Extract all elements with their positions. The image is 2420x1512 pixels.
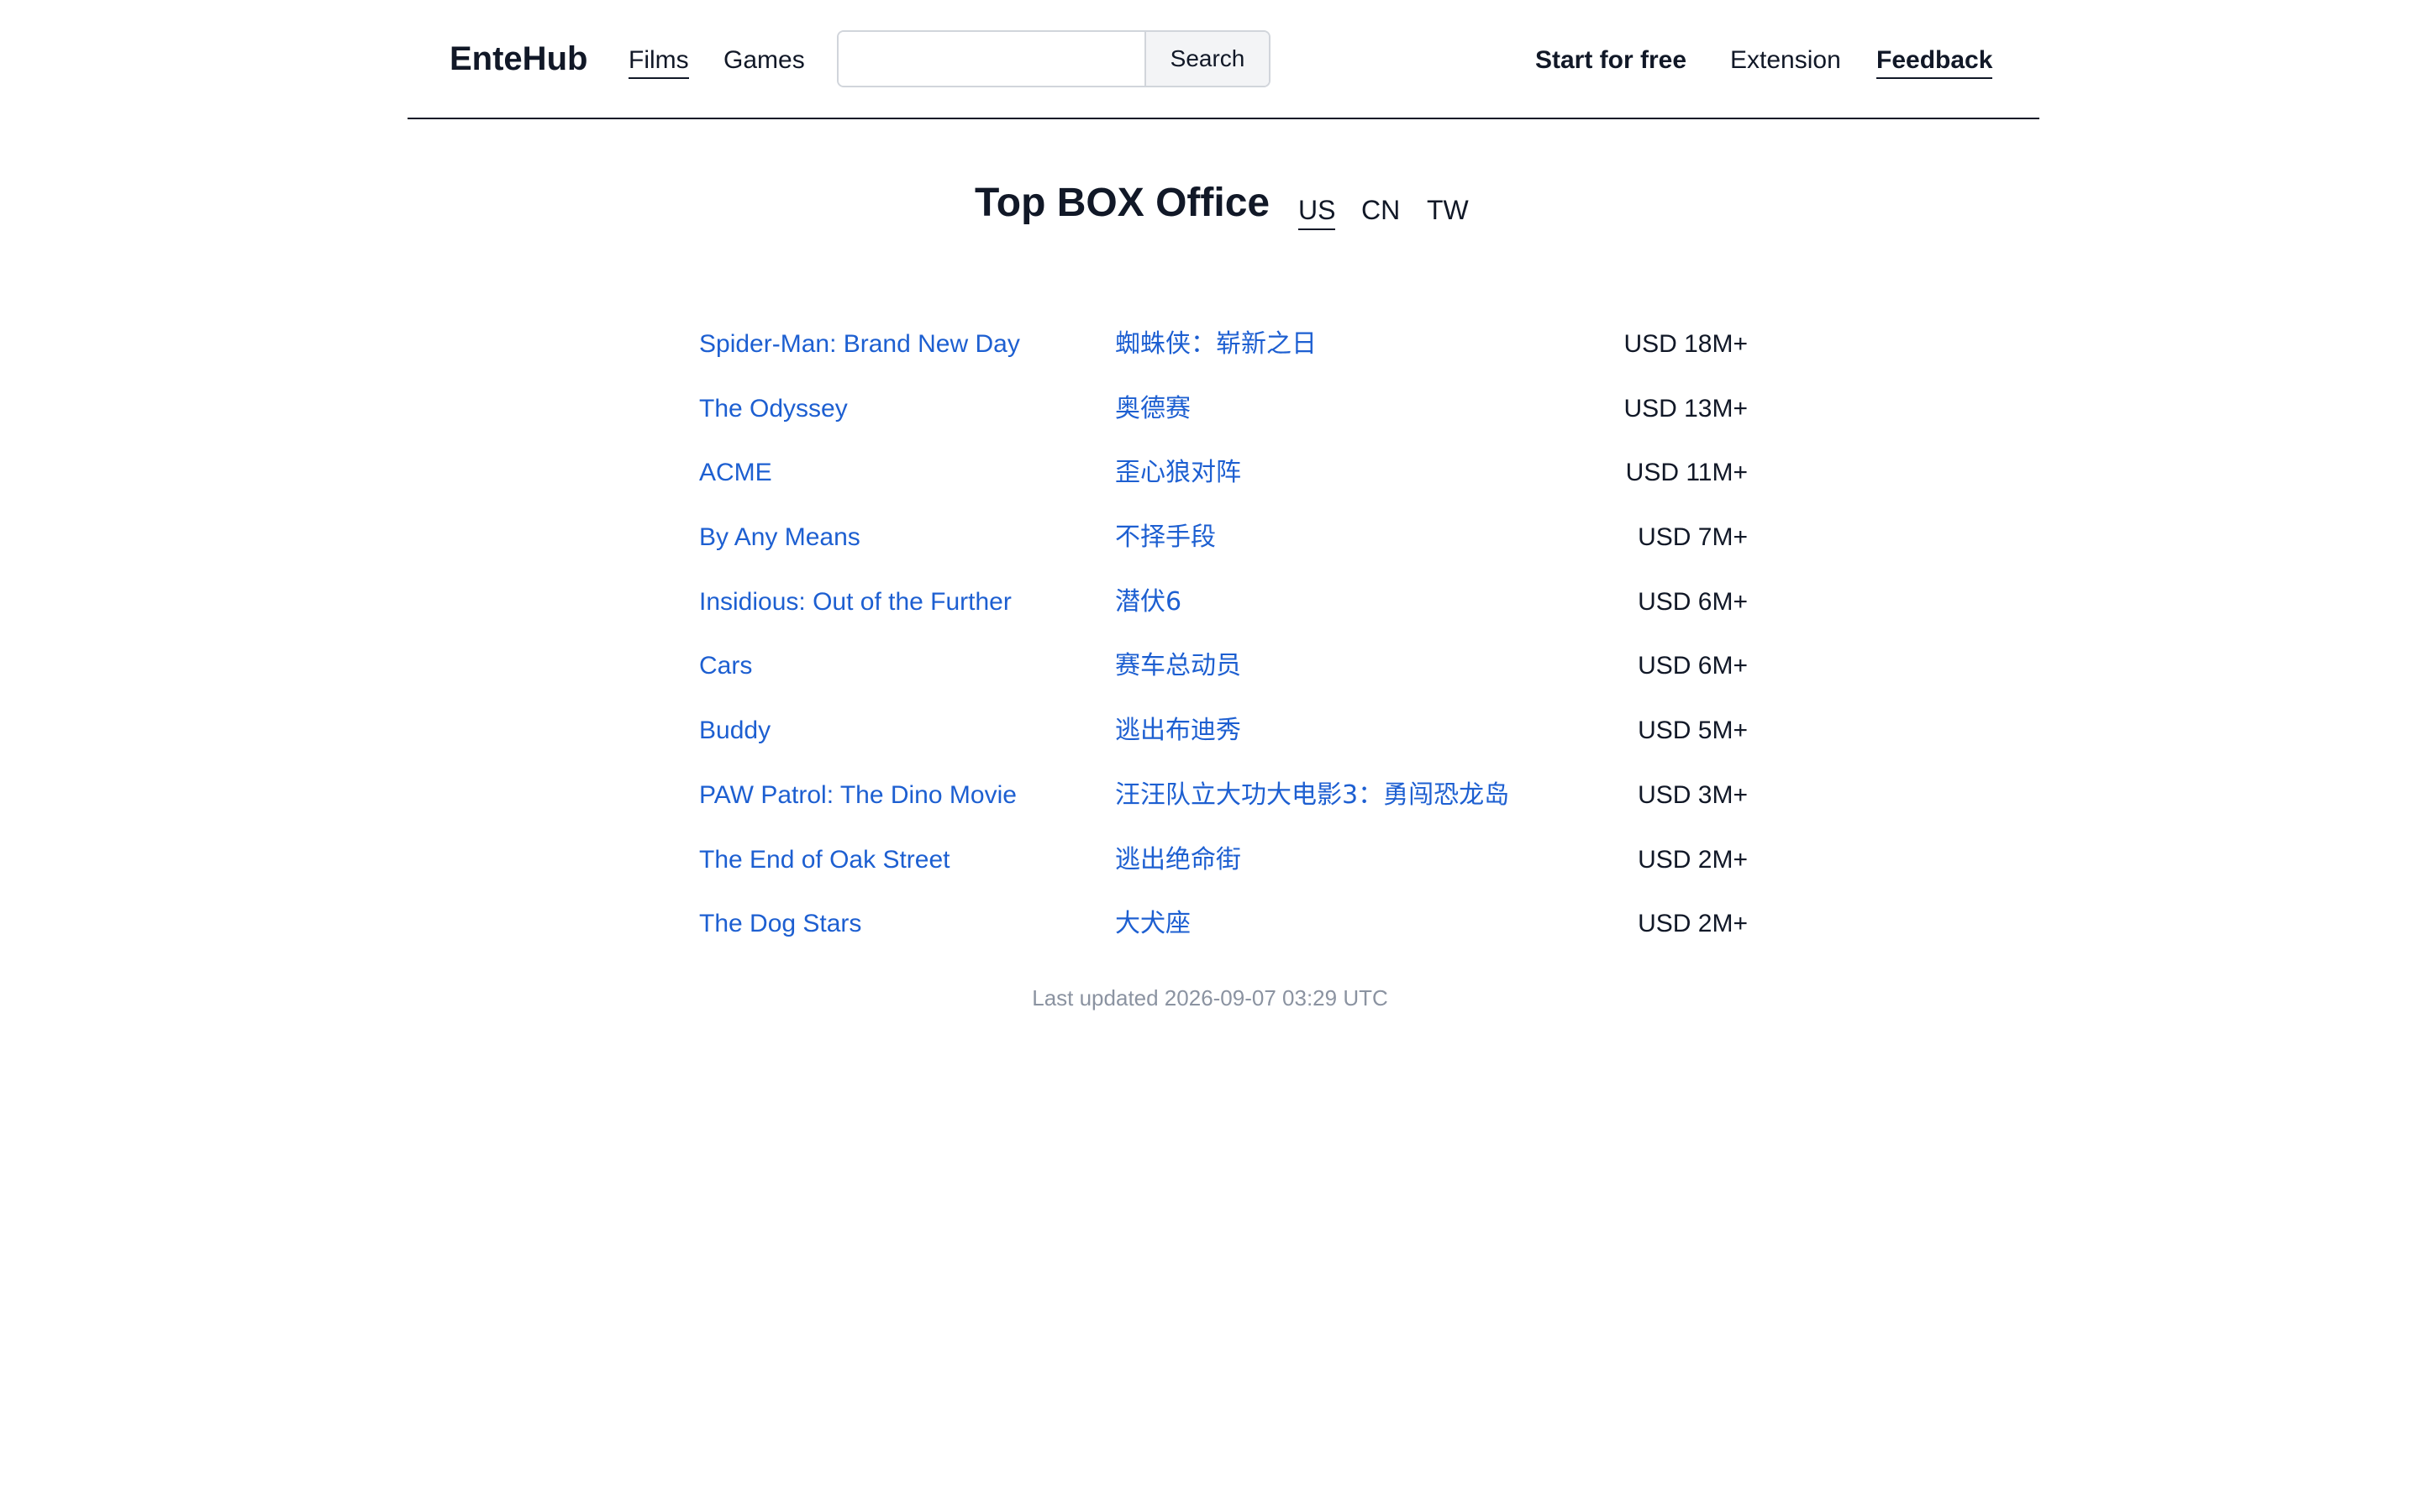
film-chinese-title-link[interactable]: 逃出布迪秀 [1115, 706, 1241, 756]
film-title-link[interactable]: The Odyssey [699, 384, 848, 434]
film-gross: USD 7M+ [1638, 523, 1748, 552]
film-row: The End of Oak Street 逃出绝命街 USD 2M+ [699, 835, 1748, 900]
film-chinese-title-link[interactable]: 歪心狼对阵 [1115, 448, 1241, 498]
film-title-link[interactable]: Spider-Man: Brand New Day [699, 319, 1020, 370]
extension-link[interactable]: Extension [1730, 44, 1841, 77]
region-tab-tw[interactable]: TW [1427, 192, 1469, 228]
page: EnteHub Films Games Search Start for fre… [0, 0, 2420, 1512]
film-gross: USD 5M+ [1638, 717, 1748, 745]
film-chinese-title-link[interactable]: 奥德赛 [1115, 384, 1191, 434]
brand-logo[interactable]: EnteHub [450, 37, 587, 81]
film-row: ACME 歪心狼对阵 USD 11M+ [699, 448, 1748, 512]
film-row: Insidious: Out of the Further 潜伏6 USD 6M+ [699, 577, 1748, 642]
film-gross: USD 3M+ [1638, 780, 1748, 809]
film-row: The Odyssey 奥德赛 USD 13M+ [699, 384, 1748, 449]
film-row: By Any Means 不择手段 USD 7M+ [699, 512, 1748, 577]
film-title-link[interactable]: Buddy [699, 706, 771, 756]
film-title-link[interactable]: ACME [699, 448, 772, 498]
search-button[interactable]: Search [1144, 32, 1269, 86]
region-tab-us[interactable]: US [1298, 192, 1336, 230]
film-title-link[interactable]: Cars [699, 641, 752, 691]
film-chinese-title-link[interactable]: 赛车总动员 [1115, 641, 1241, 691]
nav-films-link[interactable]: Films [629, 44, 689, 79]
search-bar: Search [837, 30, 1270, 87]
film-row: PAW Patrol: The Dino Movie 汪汪队立大功大电影3：勇闯恐… [699, 770, 1748, 835]
film-gross: USD 6M+ [1638, 587, 1748, 616]
box-office-list: Spider-Man: Brand New Day 蜘蛛侠：崭新之日 USD 18M… [699, 319, 1748, 963]
feedback-link[interactable]: Feedback [1876, 44, 1993, 79]
film-gross: USD 2M+ [1638, 845, 1748, 874]
film-title-link[interactable]: By Any Means [699, 512, 860, 563]
film-chinese-title-link[interactable]: 不择手段 [1115, 512, 1216, 563]
film-title-link[interactable]: PAW Patrol: The Dino Movie [699, 770, 1017, 821]
film-chinese-title-link[interactable]: 大犬座 [1115, 899, 1191, 949]
film-row: Buddy 逃出布迪秀 USD 5M+ [699, 706, 1748, 770]
film-gross: USD 18M+ [1623, 330, 1748, 358]
film-gross: USD 2M+ [1638, 910, 1748, 938]
page-title: Top BOX Office [975, 181, 1270, 225]
film-title-link[interactable]: Insidious: Out of the Further [699, 577, 1012, 627]
film-row: Spider-Man: Brand New Day 蜘蛛侠：崭新之日 USD 18M… [699, 319, 1748, 384]
film-title-link[interactable]: The End of Oak Street [699, 835, 950, 885]
search-input[interactable] [839, 32, 1144, 86]
film-chinese-title-link[interactable]: 逃出绝命街 [1115, 835, 1241, 885]
film-row: The Dog Stars 大犬座 USD 2M+ [699, 899, 1748, 963]
last-updated-text: Last updated 2026-09-07 03:29 UTC [1032, 985, 1388, 1011]
film-chinese-title-link[interactable]: 汪汪队立大功大电影3：勇闯恐龙岛 [1115, 770, 1509, 821]
film-row: Cars 赛车总动员 USD 6M+ [699, 641, 1748, 706]
start-for-free-link[interactable]: Start for free [1535, 44, 1686, 77]
title-row: Top BOX Office US CN TW [0, 175, 2420, 234]
film-title-link[interactable]: The Dog Stars [699, 899, 861, 949]
film-gross: USD 11M+ [1625, 459, 1748, 487]
nav-games-link[interactable]: Games [723, 44, 805, 77]
top-navbar: EnteHub Films Games Search Start for fre… [408, 0, 2039, 119]
film-chinese-title-link[interactable]: 潜伏6 [1115, 577, 1181, 627]
region-tab-cn[interactable]: CN [1361, 192, 1400, 228]
film-chinese-title-link[interactable]: 蜘蛛侠：崭新之日 [1115, 319, 1317, 370]
film-gross: USD 13M+ [1623, 394, 1748, 423]
film-gross: USD 6M+ [1638, 652, 1748, 680]
